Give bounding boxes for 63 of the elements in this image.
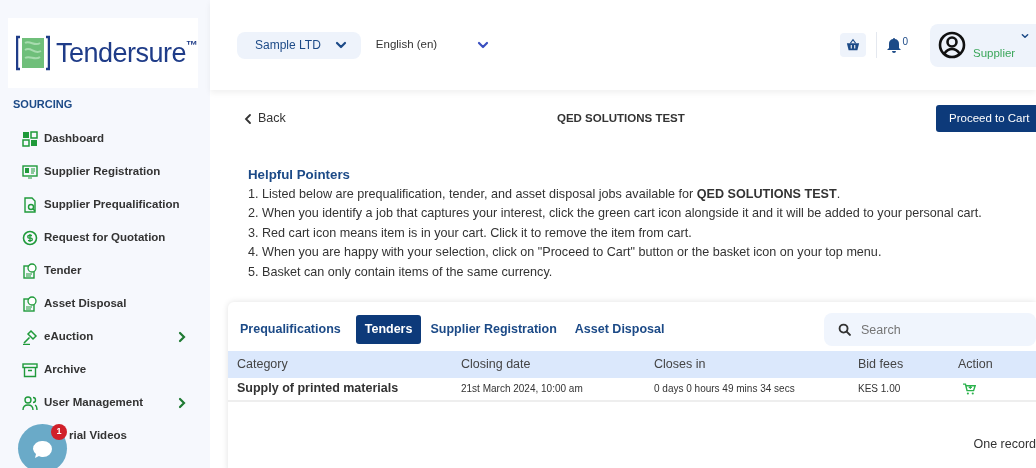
company-dropdown[interactable]: Sample LTD	[237, 31, 361, 59]
pointer-text: 4. When you are happy with your selection, click on "Proceed to Cart" button or the basket icon on your top menu.	[248, 244, 883, 262]
users-icon	[22, 395, 38, 411]
column-header: Closes in	[654, 355, 707, 373]
user-icon	[938, 31, 966, 59]
sidebar-item[interactable]: rial Videos	[69, 419, 210, 453]
column-header: Bid fees	[858, 355, 905, 373]
notification-badge: 1	[51, 424, 67, 440]
tab[interactable]: Asset Disposal	[565, 315, 674, 344]
search-input[interactable]: Search	[859, 315, 1029, 344]
basket-button[interactable]	[840, 33, 867, 57]
logo-text: Tendersure$^{™}$	[56, 36, 198, 70]
sidebar-item[interactable]: Asset Disposal	[0, 287, 210, 321]
search-icon	[838, 323, 851, 337]
chat-bubble-icon	[31, 438, 54, 459]
back-link[interactable]: Back	[243, 109, 557, 128]
column-header: Category	[236, 355, 289, 373]
grid-icon	[22, 131, 38, 147]
cart-icon	[963, 381, 976, 396]
sidebar-item[interactable]: Supplier Registration	[0, 155, 210, 189]
pointers-heading: Helpful Pointers	[248, 166, 351, 184]
sidebar-item[interactable]: Supplier Prequalification	[0, 188, 210, 222]
document-dollar-icon	[22, 263, 38, 279]
proceed-to-cart-button[interactable]: Proceed to Cart	[936, 105, 1036, 132]
pointer-text: 5. Basket can only contain items of the same currency.	[248, 263, 554, 281]
pointer-text: 1. Listed below are prequalification, tender, and asset disposal jobs available for QED SOLUTIONS TEST.	[248, 185, 842, 203]
dollar-icon	[22, 230, 38, 246]
section-heading: SOURCING	[13, 97, 74, 112]
chevron-down-icon	[477, 39, 490, 51]
archive-icon	[22, 362, 38, 378]
page-title: QED SOLUTIONS TEST	[557, 110, 686, 126]
tab[interactable]: Supplier Registration	[421, 315, 566, 344]
chevron-left-icon	[243, 112, 252, 125]
sidebar-item[interactable]: Tender	[0, 254, 210, 288]
sidebar-item[interactable]: Dashboard	[0, 122, 210, 156]
gavel-icon	[22, 329, 38, 345]
tab[interactable]: Tenders	[355, 315, 422, 344]
chat-button[interactable]	[18, 424, 67, 468]
basket-icon	[846, 38, 861, 52]
document-search-icon	[22, 197, 38, 213]
sidebar-item[interactable]: eAuction	[0, 320, 210, 354]
pointer-text: 3. Red cart icon means item is in your cart. Click it to remove the item from cart.	[248, 224, 693, 242]
column-header: Closing date	[461, 355, 532, 373]
record-count: One record	[973, 435, 1036, 453]
tab[interactable]: Prequalifications	[231, 315, 350, 344]
id-card-icon	[22, 164, 38, 180]
table-cell-text: KES 1.00	[858, 382, 902, 397]
notification-bell[interactable]: 0	[887, 37, 908, 53]
sidebar-item[interactable]: Request for Quotation	[0, 221, 210, 255]
cart-button[interactable]	[963, 381, 976, 396]
sidebar-item[interactable]: Archive	[0, 353, 210, 387]
table-cell-text: Supply of printed materials	[236, 380, 400, 398]
document-dollar-icon	[22, 296, 38, 312]
bell-icon	[887, 37, 902, 53]
chevron-down-icon	[334, 39, 347, 51]
language-dropdown[interactable]: English (en)	[369, 35, 496, 55]
sidebar-item[interactable]: User Management	[0, 386, 210, 420]
pointer-text: 2. When you identify a job that captures your interest, click the green cart icon alongside it and it will be added to your personal cart.	[248, 205, 983, 223]
table-cell-text: 21st March 2024, 10:00 am	[461, 382, 584, 397]
logo-icon	[16, 35, 50, 71]
table-cell-text: 0 days 0 hours 49 mins 34 secs	[654, 382, 796, 397]
column-header: Action	[958, 355, 994, 373]
search-field[interactable]: Search	[824, 313, 1036, 347]
